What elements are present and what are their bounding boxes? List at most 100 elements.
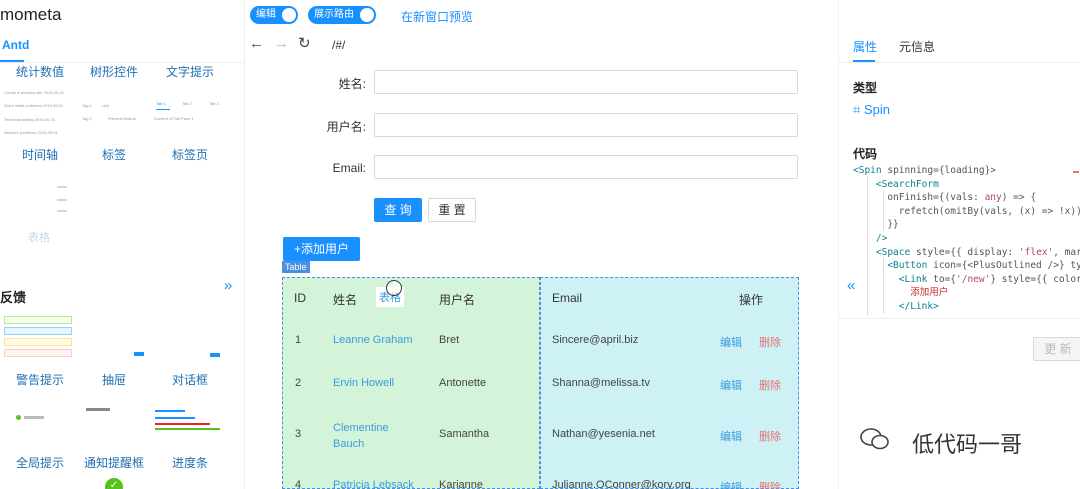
edit-link[interactable]: 编辑 bbox=[720, 377, 742, 393]
column-header-actions: 操作 bbox=[739, 293, 764, 307]
edit-link[interactable]: 编辑 bbox=[720, 334, 742, 350]
query-button[interactable]: 查 询 bbox=[374, 198, 422, 222]
cell-name[interactable]: Clementine Bauch bbox=[333, 420, 403, 452]
cell-id: 3 bbox=[295, 428, 302, 440]
alert-preview-warning bbox=[4, 338, 72, 346]
cell-name[interactable]: Leanne Graham bbox=[333, 334, 413, 346]
delete-link[interactable]: 删除 bbox=[759, 334, 781, 350]
tab-meta[interactable]: 元信息 bbox=[899, 38, 935, 55]
cell-username: Antonette bbox=[439, 377, 487, 389]
component-drawer[interactable]: 抽屉 bbox=[74, 371, 154, 388]
component-modal[interactable]: 对话框 bbox=[150, 371, 230, 388]
progress-preview-bar bbox=[155, 417, 195, 419]
alert-preview bbox=[4, 316, 72, 358]
cell-email: Julianne.OConner@kory.org bbox=[552, 479, 691, 489]
column-header-username: 用户名 bbox=[439, 293, 476, 307]
component-panel: mometa Antd 统计数值 树形控件 文字提示 Create a serv… bbox=[0, 0, 245, 489]
watermark-text: 低代码一哥 bbox=[912, 432, 1023, 457]
name-input[interactable] bbox=[374, 70, 798, 94]
component-tree[interactable]: 树形控件 bbox=[74, 63, 154, 80]
collapse-icon[interactable]: « bbox=[847, 277, 855, 294]
column-header-id: ID bbox=[294, 291, 306, 305]
table-thumb-line bbox=[57, 199, 67, 201]
refresh-icon[interactable]: ↻ bbox=[298, 34, 311, 52]
add-user-button[interactable]: +添加用户 bbox=[283, 237, 360, 261]
route-toggle-label: 展示路由 bbox=[314, 9, 354, 20]
timeline-preview-item: Technical testing 2015-09-01 bbox=[4, 117, 56, 122]
toggle-knob bbox=[282, 8, 296, 22]
tab-properties[interactable]: 属性 bbox=[853, 38, 877, 55]
expand-icon[interactable]: » bbox=[224, 277, 232, 294]
forward-icon[interactable]: → bbox=[274, 35, 289, 52]
tab-antd[interactable]: Antd bbox=[2, 38, 29, 52]
table-left-region[interactable] bbox=[282, 277, 540, 489]
properties-panel: 属性 元信息 类型 ⌗ Spin 代码 <Spin spinning={load… bbox=[838, 0, 1080, 489]
cell-name[interactable]: Patricia Lebsack bbox=[333, 479, 414, 489]
cell-email: Nathan@yesenia.net bbox=[552, 428, 655, 440]
tab-preview: Tab 1 bbox=[156, 101, 166, 106]
progress-preview-bar bbox=[155, 423, 210, 425]
cell-id: 2 bbox=[295, 377, 302, 389]
timeline-preview-item: Network problems 2015-09-01 bbox=[4, 130, 58, 135]
edit-toggle-label: 编辑 bbox=[256, 9, 276, 20]
progress-preview-bar bbox=[155, 410, 185, 412]
column-header-email: Email bbox=[552, 291, 583, 305]
edit-link[interactable]: 编辑 bbox=[720, 479, 742, 489]
timeline-preview-item: Solve initial problems 2015-09-01 bbox=[4, 103, 64, 108]
wechat-icon bbox=[860, 427, 890, 451]
component-timeline[interactable]: 时间轴 bbox=[0, 146, 80, 163]
edit-link[interactable]: 编辑 bbox=[720, 428, 742, 444]
name-label: 姓名: bbox=[338, 77, 366, 91]
drawer-preview bbox=[134, 352, 144, 356]
code-editor[interactable]: <Spin spinning={loading}> <SearchForm on… bbox=[853, 164, 1080, 318]
delete-link[interactable]: 删除 bbox=[759, 479, 781, 489]
component-tooltip[interactable]: 文字提示 bbox=[150, 63, 230, 80]
component-statistic[interactable]: 统计数值 bbox=[0, 63, 80, 80]
component-progress[interactable]: 进度条 bbox=[150, 454, 230, 471]
table-thumb-line bbox=[57, 186, 67, 188]
tab-preview-content: Content of Tab Pane 1 bbox=[154, 116, 194, 121]
tag-preview: Tag 2 bbox=[82, 116, 92, 121]
error-marker bbox=[1073, 171, 1079, 173]
delete-link[interactable]: 删除 bbox=[759, 428, 781, 444]
component-alert[interactable]: 警告提示 bbox=[0, 371, 80, 388]
progress-preview-bar bbox=[155, 428, 220, 430]
tag-preview: Tag 1 bbox=[82, 103, 92, 108]
open-new-window-link[interactable]: 在新窗口预览 bbox=[401, 8, 473, 25]
message-preview-text bbox=[24, 416, 44, 419]
cell-email: Shanna@melissa.tv bbox=[552, 377, 650, 389]
cursor-icon bbox=[386, 280, 402, 296]
alert-preview-info bbox=[4, 327, 72, 335]
route-toggle[interactable]: 展示路由 bbox=[308, 6, 376, 24]
tag-preview: Prevent Default bbox=[108, 116, 136, 121]
tab-preview: Tab 3 bbox=[209, 101, 219, 106]
table-placeholder[interactable]: 表格 bbox=[28, 229, 50, 245]
code-divider bbox=[839, 318, 1080, 319]
component-tag[interactable]: 标签 bbox=[74, 146, 154, 163]
component-message[interactable]: 全局提示 bbox=[0, 454, 80, 471]
cell-username: Bret bbox=[439, 334, 460, 346]
route-path: /#/ bbox=[332, 38, 346, 52]
message-preview-icon bbox=[16, 415, 21, 420]
cell-id: 4 bbox=[295, 479, 302, 489]
cell-id: 1 bbox=[295, 334, 302, 346]
component-tabs[interactable]: 标签页 bbox=[150, 146, 230, 163]
tab-preview-underline bbox=[156, 109, 170, 110]
type-value: ⌗ Spin bbox=[853, 102, 890, 117]
delete-link[interactable]: 删除 bbox=[759, 377, 781, 393]
alert-preview-success bbox=[4, 316, 72, 324]
cell-username: Samantha bbox=[439, 428, 490, 440]
edit-toggle[interactable]: 编辑 bbox=[250, 6, 298, 24]
reset-button[interactable]: 重 置 bbox=[428, 198, 476, 222]
app-title: mometa bbox=[0, 5, 62, 24]
email-label: Email: bbox=[332, 161, 366, 175]
back-icon[interactable]: ← bbox=[249, 35, 264, 52]
cell-name[interactable]: Ervin Howell bbox=[333, 377, 394, 389]
check-icon: ✓ bbox=[105, 478, 123, 489]
email-input[interactable] bbox=[374, 155, 798, 179]
username-input[interactable] bbox=[374, 113, 798, 137]
update-button[interactable]: 更 新 bbox=[1033, 337, 1080, 361]
component-notification[interactable]: 通知提醒框 bbox=[74, 454, 154, 471]
username-label: 用户名: bbox=[326, 120, 366, 134]
table-thumb-line bbox=[57, 210, 67, 212]
